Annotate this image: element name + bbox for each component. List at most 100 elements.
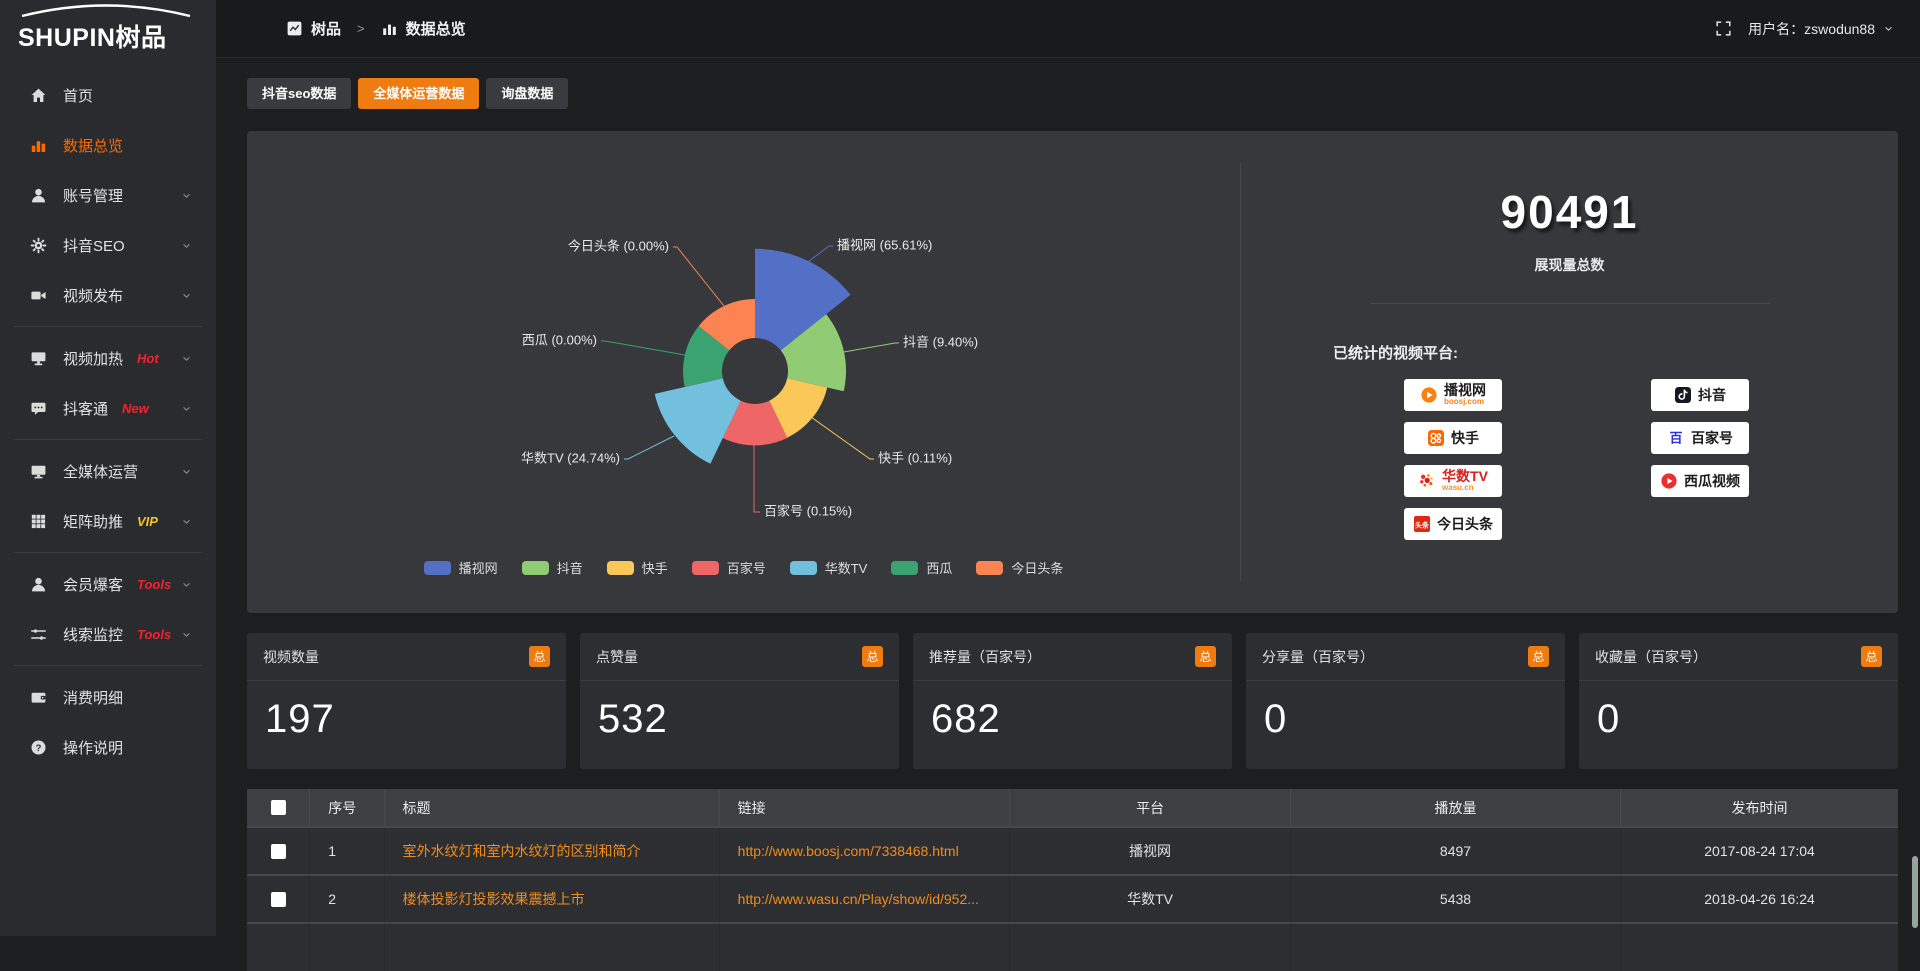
boosj-logo-icon (1420, 386, 1438, 404)
total-impressions-value: 90491 (1241, 185, 1898, 239)
logo-cn: 树品 (115, 24, 166, 52)
stat-card: 分享量（百家号） 总 0 (1246, 633, 1565, 769)
tab-inactive[interactable]: 抖音seo数据 (247, 78, 351, 109)
chevron-down-icon (181, 190, 192, 201)
pie-label: 今日头条 (0.00%) (568, 238, 669, 253)
fullscreen-icon (1715, 20, 1732, 37)
cell-time: 2018-04-26 16:24 (1621, 875, 1898, 923)
scrollbar-thumb[interactable] (1912, 856, 1918, 928)
pie-label-line (808, 246, 833, 262)
pie-label-line (844, 343, 899, 352)
legend-label: 今日头条 (1011, 558, 1063, 577)
platform-badge-xigua: 西瓜视频 (1651, 465, 1749, 497)
breadcrumb-item-current[interactable]: 数据总览 (406, 18, 466, 39)
chevron-down-icon (181, 629, 192, 640)
pie-label: 华数TV (24.74%) (521, 450, 620, 465)
row-checkbox[interactable] (271, 844, 286, 859)
stat-card-value: 532 (580, 681, 899, 769)
sidebar-item-video[interactable]: 视频发布 (0, 270, 216, 320)
sidebar-item-label: 账号管理 (63, 185, 123, 206)
sidebar-item-user[interactable]: 账号管理 (0, 170, 216, 220)
legend-label: 播视网 (459, 558, 498, 577)
chat-icon (30, 400, 47, 417)
svg-text:头条: 头条 (1415, 521, 1430, 530)
data-tabs: 抖音seo数据全媒体运营数据询盘数据 (247, 78, 1898, 109)
sidebar-item-question[interactable]: ?操作说明 (0, 722, 216, 772)
sidebar-item-member[interactable]: 会员爆客Tools (0, 559, 216, 609)
sidebar-divider (14, 552, 202, 553)
sidebar-item-label: 视频加热 (63, 348, 123, 369)
stat-card-value: 682 (913, 681, 1232, 769)
cell-time: 2017-08-24 17:04 (1621, 827, 1898, 875)
legend-item[interactable]: 百家号 (692, 558, 766, 577)
stat-card-header: 视频数量 总 (247, 633, 566, 681)
table-row: 2 楼体投影灯投影效果震撼上市 http://www.wasu.cn/Play/… (247, 875, 1898, 923)
chevron-down-icon (181, 403, 192, 414)
total-badge: 总 (529, 646, 550, 667)
fullscreen-button[interactable] (1715, 20, 1732, 37)
sidebar-item-label: 操作说明 (63, 737, 123, 758)
tab-active[interactable]: 全媒体运营数据 (358, 78, 479, 109)
table-header-cell: 发布时间 (1621, 789, 1898, 827)
total-badge: 总 (1861, 646, 1882, 667)
tab-inactive[interactable]: 询盘数据 (486, 78, 568, 109)
logo-arc (16, 3, 196, 17)
screen-icon (30, 350, 47, 367)
legend-item[interactable]: 快手 (607, 558, 668, 577)
cell-platform: 华数TV (1010, 875, 1291, 923)
sidebar-item-label: 视频发布 (63, 285, 123, 306)
douyin-logo-icon (1674, 386, 1692, 404)
legend-item[interactable]: 播视网 (424, 558, 498, 577)
table-header-row: 序号标题链接平台播放量发布时间 (247, 789, 1898, 827)
breadcrumb-item-home[interactable]: 树品 (311, 18, 341, 39)
video-url-link[interactable]: http://www.boosj.com/7338468.html (738, 843, 959, 859)
breadcrumb-separator: > (357, 21, 365, 36)
legend-label: 西瓜 (926, 558, 952, 577)
sidebar-item-wallet[interactable]: 消费明细 (0, 672, 216, 722)
breadcrumb: 树品 > 数据总览 (286, 18, 466, 39)
legend-swatch (424, 561, 451, 575)
member-icon (30, 576, 47, 593)
sidebar-item-gear[interactable]: 抖音SEO (0, 220, 216, 270)
pie-slice[interactable] (655, 378, 741, 463)
sidebar-item-monitor[interactable]: 全媒体运营 (0, 446, 216, 496)
legend-item[interactable]: 华数TV (790, 558, 868, 577)
sidebar-item-sliders[interactable]: 线索监控Tools (0, 609, 216, 659)
cell-index: 1 (310, 827, 384, 875)
video-url-link[interactable]: http://www.wasu.cn/Play/show/id/952... (738, 891, 979, 907)
table-header-cell: 标题 (384, 789, 719, 827)
stat-card-header: 点赞量 总 (580, 633, 899, 681)
sidebar-item-label: 消费明细 (63, 687, 123, 708)
sidebar-item-bar-chart[interactable]: 数据总览 (0, 120, 216, 170)
sidebar-item-screen[interactable]: 视频加热 Hot (0, 333, 216, 383)
total-impressions-label: 展现量总数 (1241, 255, 1898, 275)
wasu-logo-icon (1418, 472, 1436, 490)
legend-swatch (891, 561, 918, 575)
legend-item[interactable]: 抖音 (522, 558, 583, 577)
sidebar-item-grid[interactable]: 矩阵助推VIP (0, 496, 216, 546)
pie-label: 抖音 (9.40%) (903, 334, 978, 349)
user-menu[interactable]: 用户名：zswodun88 (1748, 19, 1894, 39)
row-checkbox[interactable] (271, 892, 286, 907)
video-title-link[interactable]: 室外水纹灯和室内水纹灯的区别和简介 (403, 843, 641, 859)
pie-label-line (624, 436, 674, 459)
pie-label: 西瓜 (0.00%) (522, 332, 597, 347)
platform-name: 播视网 (1444, 383, 1486, 398)
select-all-checkbox[interactable] (271, 800, 286, 815)
stat-card-header: 收藏量（百家号） 总 (1579, 633, 1898, 681)
platform-name: 百家号 (1691, 428, 1733, 448)
legend-swatch (976, 561, 1003, 575)
xigua-logo-icon (1660, 472, 1678, 490)
table-header-cell: 平台 (1010, 789, 1291, 827)
legend-item[interactable]: 西瓜 (891, 558, 952, 577)
chevron-down-icon (181, 516, 192, 527)
sidebar-item-home[interactable]: 首页 (0, 70, 216, 120)
pie-label: 百家号 (0.15%) (764, 503, 852, 518)
sidebar-item-tag: Hot (137, 351, 159, 366)
stat-card-label: 收藏量（百家号） (1595, 647, 1707, 667)
platforms-column-1: 播视网boosj.com快手华数TVwasu.cn头条今日头条 (1404, 379, 1502, 540)
legend-item[interactable]: 今日头条 (976, 558, 1063, 577)
video-title-link[interactable]: 楼体投影灯投影效果震撼上市 (403, 891, 585, 907)
sidebar-item-chat[interactable]: 抖客通New (0, 383, 216, 433)
home-icon (30, 87, 47, 104)
